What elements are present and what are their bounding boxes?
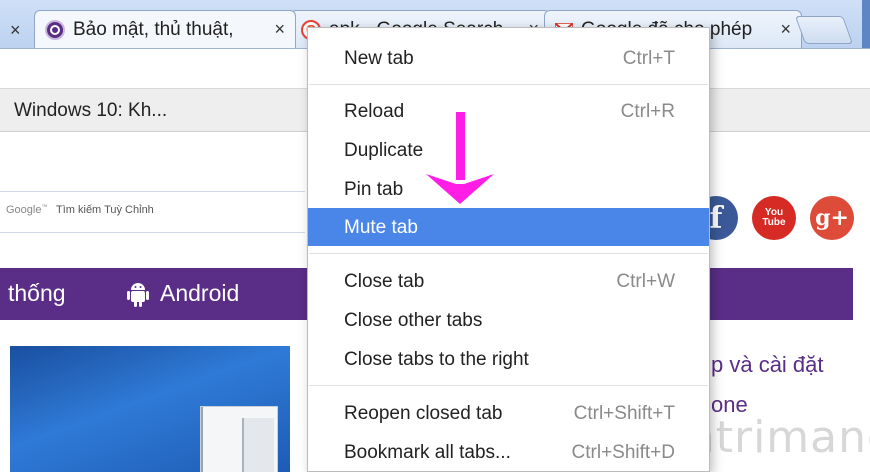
menu-item-reload[interactable]: Reload Ctrl+R — [308, 92, 709, 130]
menu-separator — [309, 385, 708, 386]
google-brand-label: Google™ — [6, 204, 48, 216]
menu-item-duplicate[interactable]: Duplicate — [308, 131, 709, 169]
tab-quantrimang[interactable]: Bảo mật, thủ thuật, × — [34, 10, 296, 48]
tab-context-menu: New tab Ctrl+T Reload Ctrl+R Duplicate P… — [307, 27, 710, 472]
menu-item-close-tabs-right[interactable]: Close tabs to the right — [308, 340, 709, 378]
new-tab-button[interactable] — [794, 16, 854, 44]
menu-item-new-tab[interactable]: New tab Ctrl+T — [308, 39, 709, 77]
android-icon — [127, 282, 149, 307]
window-frame — [862, 0, 870, 48]
menu-item-close-other-tabs[interactable]: Close other tabs — [308, 301, 709, 339]
youtube-icon[interactable]: You Tube — [752, 196, 796, 240]
quantrimang-icon — [45, 19, 65, 40]
nav-item-system[interactable]: thống — [8, 280, 66, 307]
search-label: Tìm kiếm Tuỳ Chỉnh — [56, 204, 154, 216]
custom-search-box[interactable]: Google™ Tìm kiếm Tuỳ Chỉnh — [0, 191, 305, 233]
bookmark-item[interactable]: Windows 10: Kh... — [14, 100, 167, 122]
menu-item-reopen-closed-tab[interactable]: Reopen closed tab Ctrl+Shift+T — [308, 394, 709, 432]
menu-separator — [309, 253, 708, 254]
menu-item-close-tab[interactable]: Close tab Ctrl+W — [308, 262, 709, 300]
menu-separator — [309, 84, 708, 85]
tab-close-icon[interactable]: × — [274, 19, 285, 40]
google-plus-icon[interactable]: g+ — [810, 196, 854, 240]
menu-item-bookmark-all-tabs[interactable]: Bookmark all tabs... Ctrl+Shift+D — [308, 433, 709, 471]
menu-item-mute-tab[interactable]: Mute tab — [308, 208, 709, 246]
article-hero-image[interactable] — [10, 346, 290, 472]
tab-close-icon[interactable]: × — [780, 19, 791, 40]
menu-item-pin-tab[interactable]: Pin tab — [308, 170, 709, 208]
nav-item-android[interactable]: Android — [126, 280, 239, 307]
article-title-line-1[interactable]: p và cài đặt — [711, 352, 824, 378]
previous-tab-close-icon[interactable]: × — [10, 20, 21, 41]
annotation-arrow-icon — [426, 112, 494, 204]
tab-title: Bảo mật, thủ thuật, — [73, 18, 234, 40]
